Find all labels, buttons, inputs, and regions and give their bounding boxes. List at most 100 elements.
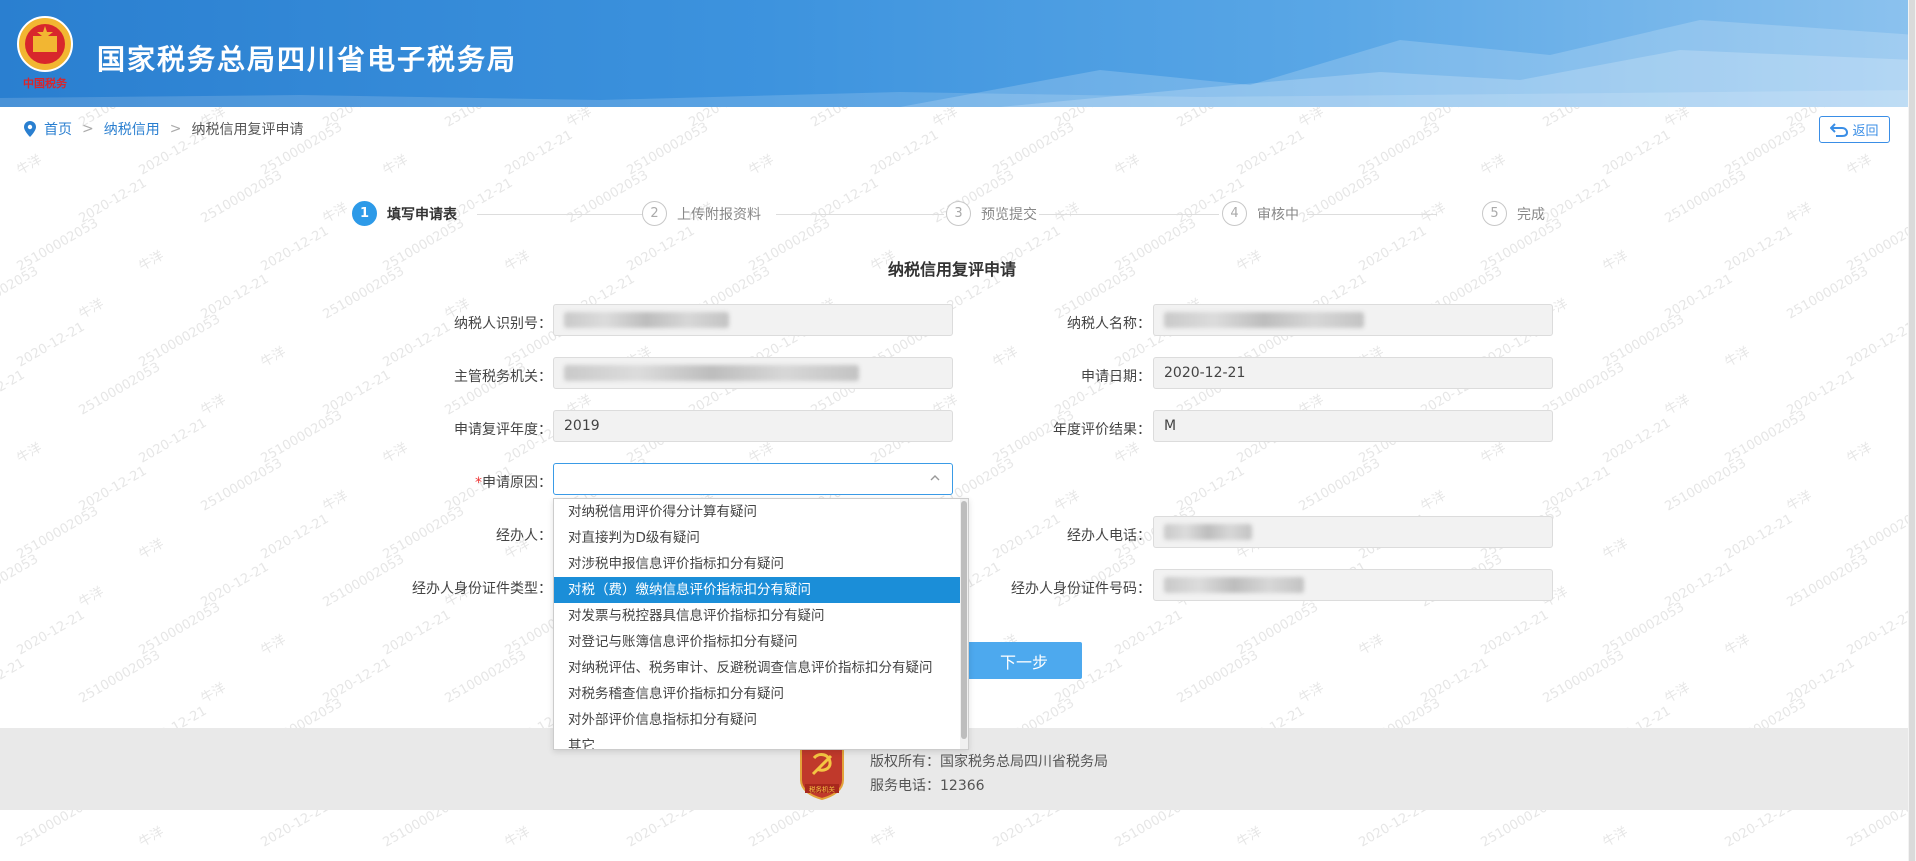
progress-steps: 1 填写申请表 2 上传附报资料 3 预览提交 4 审核中 5 完成 (352, 201, 1552, 227)
step-3: 3 预览提交 (946, 201, 1037, 226)
watermark-text: 2020-12-21 (869, 128, 942, 179)
step-label: 上传附报资料 (677, 206, 761, 223)
reason-option[interactable]: 对纳税评估、税务审计、反避税调查信息评价指标扣分有疑问 (554, 655, 968, 681)
reason-option[interactable]: 对涉税申报信息评价指标扣分有疑问 (554, 551, 968, 577)
reason-option[interactable]: 其它 (554, 733, 968, 749)
required-mark: * (475, 475, 482, 491)
redacted-value (564, 365, 859, 381)
reason-option[interactable]: 对税务稽查信息评价指标扣分有疑问 (554, 681, 968, 707)
redacted-value (1164, 312, 1364, 328)
watermark-text: 牛洋 (1601, 536, 1631, 562)
watermark-text: 牛洋 (1723, 632, 1753, 658)
step-connector (1039, 214, 1219, 215)
watermark-text: 2020-12-21 (77, 464, 150, 515)
watermark-text: 2510000205З (1785, 552, 1871, 611)
return-arrow-icon (1830, 122, 1849, 137)
watermark-text: 牛洋 (747, 152, 777, 178)
taxpayer-name-label: 纳税人名称： (1067, 316, 1151, 332)
watermark-text: 2020-12-21 (15, 608, 88, 659)
redacted-value (1164, 577, 1304, 593)
reason-option[interactable]: 对外部评价信息指标扣分有疑问 (554, 707, 968, 733)
watermark-text: 2510000205З (1723, 120, 1809, 179)
breadcrumb-separator: > (169, 121, 182, 137)
breadcrumb-credit-link[interactable]: 纳税信用 (104, 119, 160, 139)
tax-authority-field (553, 357, 953, 389)
watermark-text: 牛洋 (1723, 344, 1753, 370)
watermark-text: 2510000205З (77, 648, 163, 707)
watermark-text: 2020-12-21 (1235, 128, 1308, 179)
watermark-text: 2020-12-21 (1785, 656, 1858, 707)
breadcrumb: 首页 > 纳税信用 > 纳税信用复评申请 (24, 120, 303, 138)
watermark-text: 牛洋 (199, 680, 229, 706)
watermark-text: 2510000205З (137, 312, 223, 371)
location-pin-icon (24, 121, 36, 137)
watermark-text: 2510000205З (137, 600, 223, 659)
watermark-text: 2020-12-21 (1419, 107, 1492, 130)
taxpayer-id-field (553, 304, 953, 336)
handler-phone-field[interactable] (1153, 516, 1553, 548)
watermark-text: 2020-12-21 (503, 128, 576, 179)
watermark-text: 2020-12-21 (1723, 512, 1796, 563)
watermark-text: 2020-12-21 (687, 107, 760, 130)
page-scrollbar-thumb[interactable] (1909, 0, 1915, 861)
breadcrumb-home-link[interactable]: 首页 (44, 119, 72, 139)
watermark-text: 2020-12-21 (1663, 560, 1736, 611)
step-connector (1307, 214, 1437, 215)
watermark-text: 2510000205З (199, 168, 285, 227)
watermark-text: 2510000205З (199, 456, 285, 515)
reason-option[interactable]: 对登记与账簿信息评价指标扣分有疑问 (554, 629, 968, 655)
watermark-text: 牛洋 (1845, 152, 1875, 178)
watermark-text: 2510000205З (1663, 456, 1749, 515)
watermark-text: 2020-12-21 (199, 560, 272, 611)
watermark-text: 2510000205З (1541, 107, 1627, 130)
watermark-text: 牛洋 (1663, 680, 1693, 706)
watermark-text: 2510000205З (1175, 648, 1261, 707)
dropdown-scrollbar[interactable] (960, 499, 968, 749)
reason-option[interactable]: 对发票与税控器具信息评价指标扣分有疑问 (554, 603, 968, 629)
watermark-text: 2020-12-21 (0, 656, 27, 707)
handler-id-no-field[interactable] (1153, 569, 1553, 601)
step-connector (776, 214, 944, 215)
watermark-text: 牛洋 (15, 152, 45, 178)
watermark-text: 牛洋 (869, 824, 899, 850)
apply-date-field: 2020-12-21 (1153, 357, 1553, 389)
watermark-text: 2020-12-21 (1541, 464, 1614, 515)
watermark-text: 2510000205З (1357, 120, 1443, 179)
reason-option-highlighted[interactable]: 对税（费）缴纳信息评价指标扣分有疑问 (554, 577, 968, 603)
step-label: 审核中 (1257, 206, 1299, 223)
step-label: 预览提交 (981, 206, 1037, 223)
watermark-text: 2020-12-21 (1419, 656, 1492, 707)
watermark-text: 2510000205З (991, 120, 1077, 179)
dropdown-scrollbar-thumb[interactable] (961, 501, 967, 739)
watermark-text: 2020-12-21 (1601, 416, 1674, 467)
step-2: 2 上传附报资料 (642, 201, 761, 226)
watermark-text: 2510000205З (77, 360, 163, 419)
watermark-text: 牛洋 (1601, 824, 1631, 850)
step-1: 1 填写申请表 (352, 201, 457, 226)
reason-label-text: 申请原因： (482, 475, 552, 491)
watermark-text: 牛洋 (565, 107, 595, 130)
watermark-text: 牛洋 (1235, 824, 1265, 850)
reason-select[interactable] (553, 463, 953, 495)
watermark-text: 2510000205З (443, 107, 529, 130)
watermark-text: 牛洋 (1663, 107, 1693, 130)
form-title: 纳税信用复评申请 (887, 260, 1016, 279)
review-year-field: 2019 (553, 410, 953, 442)
watermark-text: 2510000205З (1235, 600, 1321, 659)
watermark-text: 牛洋 (259, 632, 289, 658)
watermark-text: 2510000205З (1723, 408, 1809, 467)
handler-id-type-label: 经办人身份证件类型： (412, 581, 552, 597)
next-step-button[interactable]: 下一步 (966, 642, 1082, 679)
reason-option[interactable]: 对直接判为D级有疑问 (554, 525, 968, 551)
watermark-text: 2020-12-21 (77, 176, 150, 227)
back-button[interactable]: 返回 (1819, 116, 1890, 143)
watermark-text: 2020-12-21 (1845, 320, 1909, 371)
footer-phone: 服务电话：12366 (870, 778, 985, 794)
page-scrollbar[interactable] (1908, 0, 1916, 861)
reason-dropdown-menu[interactable]: 对纳税信用评价得分计算有疑问 对直接判为D级有疑问 对涉税申报信息评价指标扣分有… (553, 498, 969, 750)
watermark-text: 2510000205З (1175, 107, 1261, 130)
reason-option[interactable]: 对纳税信用评价得分计算有疑问 (554, 499, 968, 525)
back-button-label: 返回 (1852, 124, 1879, 139)
step-number: 3 (946, 201, 971, 226)
watermark-text: 2510000205З (1541, 360, 1627, 419)
